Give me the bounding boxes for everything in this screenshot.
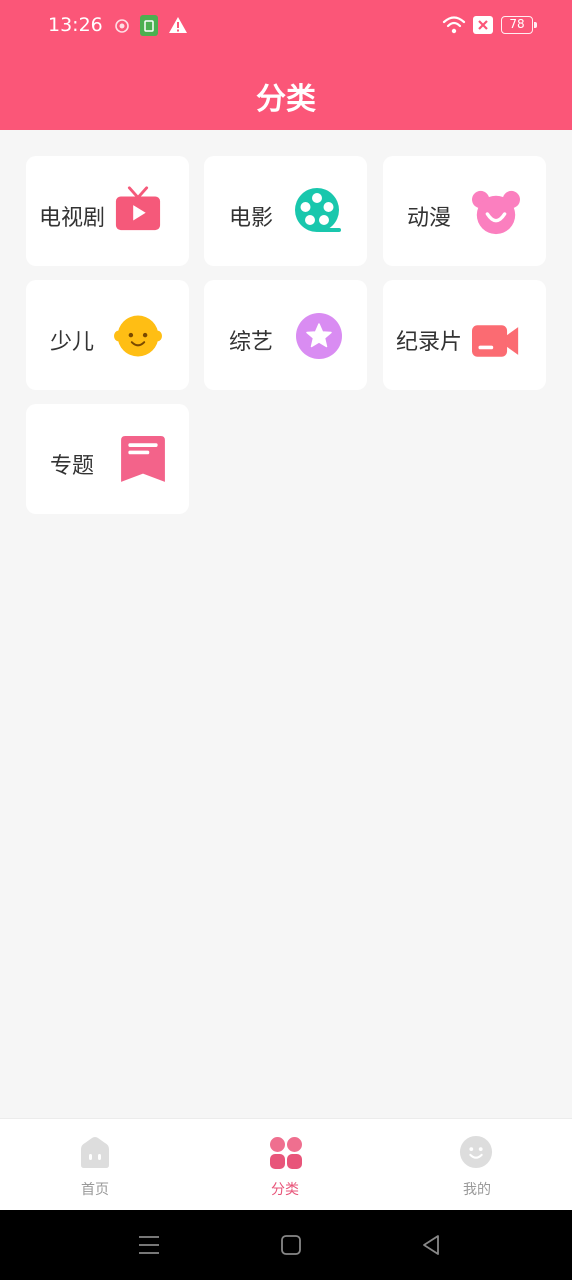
category-label: 电视剧	[39, 206, 106, 231]
category-card-anime[interactable]: 动漫	[383, 156, 546, 266]
home-icon	[81, 1137, 109, 1168]
location-icon	[115, 19, 129, 33]
bottom-tab-bar: 首页 分类 我的	[0, 1118, 572, 1210]
category-label: 少儿	[50, 330, 95, 355]
category-label: 动漫	[407, 206, 452, 231]
category-card-movie[interactable]: 电影	[204, 156, 367, 266]
warning-icon	[169, 17, 187, 33]
category-card-tv-series[interactable]: 电视剧	[26, 156, 189, 266]
tab-label: 首页	[81, 1182, 109, 1198]
battery-level: 78	[509, 17, 525, 31]
tab-profile[interactable]: 我的	[382, 1119, 572, 1211]
category-card-topics[interactable]: 专题	[26, 404, 189, 514]
wifi-icon	[442, 16, 466, 34]
camera-icon	[472, 325, 519, 357]
battery-tip	[534, 22, 537, 28]
category-label: 纪录片	[396, 330, 463, 355]
tab-home[interactable]: 首页	[0, 1119, 190, 1211]
category-card-variety[interactable]: 综艺	[204, 280, 367, 390]
tab-label: 我的	[463, 1182, 491, 1198]
category-label: 电影	[229, 206, 274, 231]
no-signal-icon	[473, 16, 493, 34]
menu-icon[interactable]	[136, 1232, 162, 1258]
back-icon[interactable]	[418, 1232, 444, 1258]
battery-icon: 78	[501, 16, 533, 34]
tab-label: 分类	[271, 1182, 299, 1198]
page-title: 分类	[256, 82, 316, 117]
star-icon	[296, 313, 342, 359]
home-square-icon[interactable]	[278, 1232, 304, 1258]
tab-category[interactable]: 分类	[190, 1119, 380, 1211]
tv-icon	[115, 186, 161, 231]
sim-icon	[140, 15, 158, 36]
category-card-documentary[interactable]: 纪录片	[383, 280, 546, 390]
film-reel-icon	[295, 188, 341, 232]
bear-icon	[472, 190, 520, 235]
system-nav-bar	[0, 1210, 572, 1280]
bookmark-icon	[121, 436, 165, 482]
baby-face-icon	[114, 315, 162, 357]
category-label: 综艺	[229, 330, 274, 355]
header: 13:26 78 分类	[0, 0, 572, 130]
category-label: 专题	[50, 454, 95, 479]
category-grid-icon	[270, 1137, 302, 1169]
status-time: 13:26	[48, 14, 103, 36]
category-card-kids[interactable]: 少儿	[26, 280, 189, 390]
status-bar: 13:26 78	[0, 0, 572, 52]
profile-icon	[459, 1135, 493, 1169]
